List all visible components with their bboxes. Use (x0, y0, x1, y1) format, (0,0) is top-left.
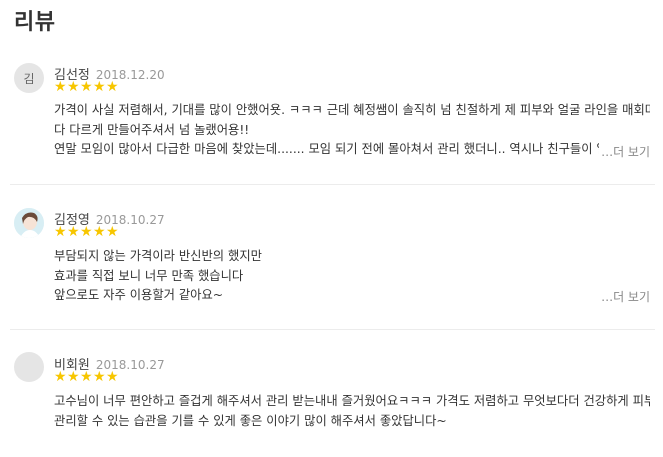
star-icon: ★ (67, 369, 80, 385)
star-icon: ★ (106, 79, 119, 95)
section-title: 리뷰 (14, 10, 56, 35)
star-icon: ★ (80, 79, 93, 95)
divider (10, 329, 655, 330)
star-icon: ★ (80, 369, 93, 385)
star-rating: ★★★★★ (54, 370, 119, 384)
star-icon: ★ (93, 79, 106, 95)
review-line: 고수님이 너무 편안하고 즐겁게 해주셔서 관리 받는내내 즐거웠어요ㅋㅋㅋ 가… (54, 394, 650, 408)
star-rating: ★★★★★ (54, 80, 119, 94)
review-text: 가격이 사실 저렴해서, 기대를 많이 안했어욧. ㅋㅋㅋ 근데 혜정쌤이 솔직… (54, 101, 650, 160)
review-text: 부담되지 않는 가격이라 반신반의 했지만 효과를 직접 보니 너무 만족 했습… (54, 247, 650, 306)
avatar-photo-icon (14, 208, 44, 238)
more-link[interactable]: …더 보기 (599, 288, 650, 305)
review-line: 관리할 수 있는 습관을 기를 수 있게 좋은 이야기 많이 해주셔서 좋았답니… (54, 413, 447, 428)
divider (10, 184, 655, 185)
star-icon: ★ (106, 369, 119, 385)
star-icon: ★ (67, 79, 80, 95)
review-text: 고수님이 너무 편안하고 즐겁게 해주셔서 관리 받는내내 즐거웠어요ㅋㅋㅋ 가… (54, 392, 650, 431)
avatar (14, 352, 44, 382)
star-icon: ★ (93, 224, 106, 240)
star-icon: ★ (67, 224, 80, 240)
avatar: 김 (14, 63, 44, 93)
avatar (14, 208, 44, 238)
star-icon: ★ (93, 369, 106, 385)
more-link[interactable]: …더 보기 (599, 143, 650, 160)
review-line: 앞으로도 자주 이용할거 같아요~ (54, 288, 224, 302)
star-icon: ★ (80, 224, 93, 240)
review-line: 연말 모임이 많아서 다급한 마음에 찾았는데....... 모임 되기 전에 … (54, 142, 602, 156)
review-line: 가격이 사실 저렴해서, 기대를 많이 안했어욧. ㅋㅋㅋ 근데 혜정쌤이 솔직… (54, 103, 650, 117)
review-line: 다 다르게 만들어주셔서 넘 놀랬어용!! (54, 122, 250, 137)
review-line: 부담되지 않는 가격이라 반신반의 했지만 (54, 249, 262, 263)
review-line: 효과를 직접 보니 너무 만족 했습니다 (54, 268, 244, 283)
star-icon: ★ (54, 224, 67, 240)
star-icon: ★ (54, 79, 67, 95)
star-icon: ★ (106, 224, 119, 240)
star-icon: ★ (54, 369, 67, 385)
star-rating: ★★★★★ (54, 225, 119, 239)
